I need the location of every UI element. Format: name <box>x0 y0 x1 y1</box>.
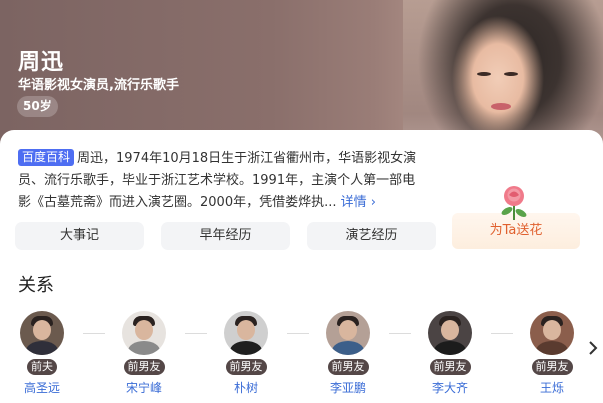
avatar <box>20 311 64 355</box>
avatar <box>326 311 370 355</box>
relation-person[interactable]: 前男友 李亚鹏 <box>313 311 383 396</box>
avatar <box>428 311 472 355</box>
avatar <box>122 311 166 355</box>
relation-person[interactable]: 前男友 宋宁峰 <box>109 311 179 396</box>
relation-person[interactable]: 前夫 高圣远 <box>7 311 77 396</box>
chevron-right-icon[interactable] <box>588 340 598 359</box>
relation-person[interactable]: 前男友 王烁 <box>517 311 587 396</box>
relation-tag: 前男友 <box>225 359 267 375</box>
connector-line <box>287 333 309 334</box>
connector-line <box>389 333 411 334</box>
relation-tag: 前夫 <box>27 359 57 375</box>
relation-tag: 前男友 <box>123 359 165 375</box>
connector-line <box>491 333 513 334</box>
tab-acting-career[interactable]: 演艺经历 <box>307 222 436 250</box>
relation-name[interactable]: 李大齐 <box>415 379 485 396</box>
relation-person[interactable]: 前男友 朴树 <box>211 311 281 396</box>
age-badge: 50岁 <box>17 96 58 117</box>
rose-icon <box>501 186 527 220</box>
relation-tag: 前男友 <box>531 359 573 375</box>
relations-title: 关系 <box>18 275 54 296</box>
relation-name[interactable]: 王烁 <box>517 379 587 396</box>
relation-tag: 前男友 <box>327 359 369 375</box>
more-dots-icon[interactable] <box>502 151 578 171</box>
send-flower-label: 为Ta送花 <box>489 223 543 238</box>
profile-name: 周迅 <box>18 50 65 75</box>
photo-eye <box>477 72 491 76</box>
baike-badge[interactable]: 百度百科 <box>18 149 75 166</box>
relation-name[interactable]: 宋宁峰 <box>109 379 179 396</box>
avatar <box>224 311 268 355</box>
connector-line <box>83 333 105 334</box>
tab-early-life[interactable]: 早年经历 <box>161 222 290 250</box>
relation-name[interactable]: 朴树 <box>211 379 281 396</box>
photo-eye <box>504 72 518 76</box>
summary-text: 百度百科 周迅，1974年10月18日生于浙江省衢州市，华语影视女演员、流行乐歌手… <box>18 148 423 214</box>
avatar <box>530 311 574 355</box>
profile-subtitle: 华语影视女演员,流行乐歌手 <box>18 78 179 93</box>
relation-tag: 前男友 <box>429 359 471 375</box>
relation-person[interactable]: 前男友 李大齐 <box>415 311 485 396</box>
tab-major-events[interactable]: 大事记 <box>15 222 144 250</box>
detail-link[interactable]: 详情 › <box>341 195 376 210</box>
connector-line <box>185 333 207 334</box>
relation-name[interactable]: 高圣远 <box>7 379 77 396</box>
relation-name[interactable]: 李亚鹏 <box>313 379 383 396</box>
photo-lips <box>491 103 511 110</box>
